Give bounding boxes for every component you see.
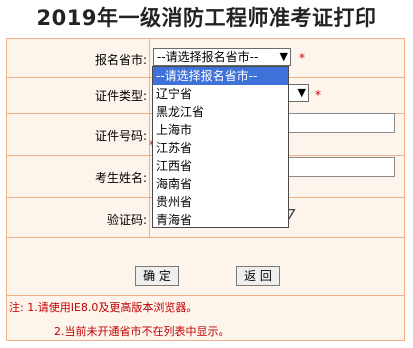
back-button[interactable]: 返 回 — [236, 266, 280, 286]
dropdown-option[interactable]: 江苏省 — [153, 139, 288, 157]
cert-type-label: 证件类型: — [94, 89, 147, 103]
province-select[interactable]: --请选择报名省市-- ▼ — [153, 48, 291, 66]
row-divider — [7, 295, 404, 296]
required-mark: * — [299, 51, 305, 65]
dropdown-option[interactable]: 贵州省 — [153, 193, 288, 211]
name-label: 考生姓名: — [94, 171, 147, 185]
province-dropdown-list[interactable]: --请选择报名省市-- 辽宁省 黑龙江省 上海市 江苏省 江西省 海南省 贵州省… — [152, 66, 289, 228]
captcha-label: 验证码: — [106, 213, 147, 227]
dropdown-option[interactable]: 辽宁省 — [153, 85, 288, 103]
dropdown-option[interactable]: 青海省 — [153, 211, 288, 229]
required-mark: * — [315, 88, 321, 102]
dropdown-option[interactable]: 上海市 — [153, 121, 288, 139]
confirm-button[interactable]: 确 定 — [135, 266, 179, 286]
province-label: 报名省市: — [94, 53, 147, 67]
dropdown-option[interactable]: 江西省 — [153, 157, 288, 175]
page-title: 2019年一级消防工程师准考证打印 — [36, 6, 377, 30]
chevron-down-icon[interactable]: ▼ — [298, 85, 306, 101]
dropdown-option[interactable]: 海南省 — [153, 175, 288, 193]
captcha-image[interactable]: 7 — [286, 206, 310, 226]
cert-number-label: 证件号码: — [94, 129, 147, 143]
province-select-value: --请选择报名省市-- — [157, 50, 259, 64]
dropdown-option[interactable]: --请选择报名省市-- — [153, 67, 288, 85]
note-line-2: 2.当前未开通省市不在列表中显示。 — [54, 325, 230, 338]
chevron-down-icon[interactable]: ▼ — [280, 49, 288, 65]
note-line-1: 注: 1.请使用IE8.0及更高版本浏览器。 — [9, 301, 198, 314]
dropdown-option[interactable]: 黑龙江省 — [153, 103, 288, 121]
row-divider — [7, 237, 404, 238]
